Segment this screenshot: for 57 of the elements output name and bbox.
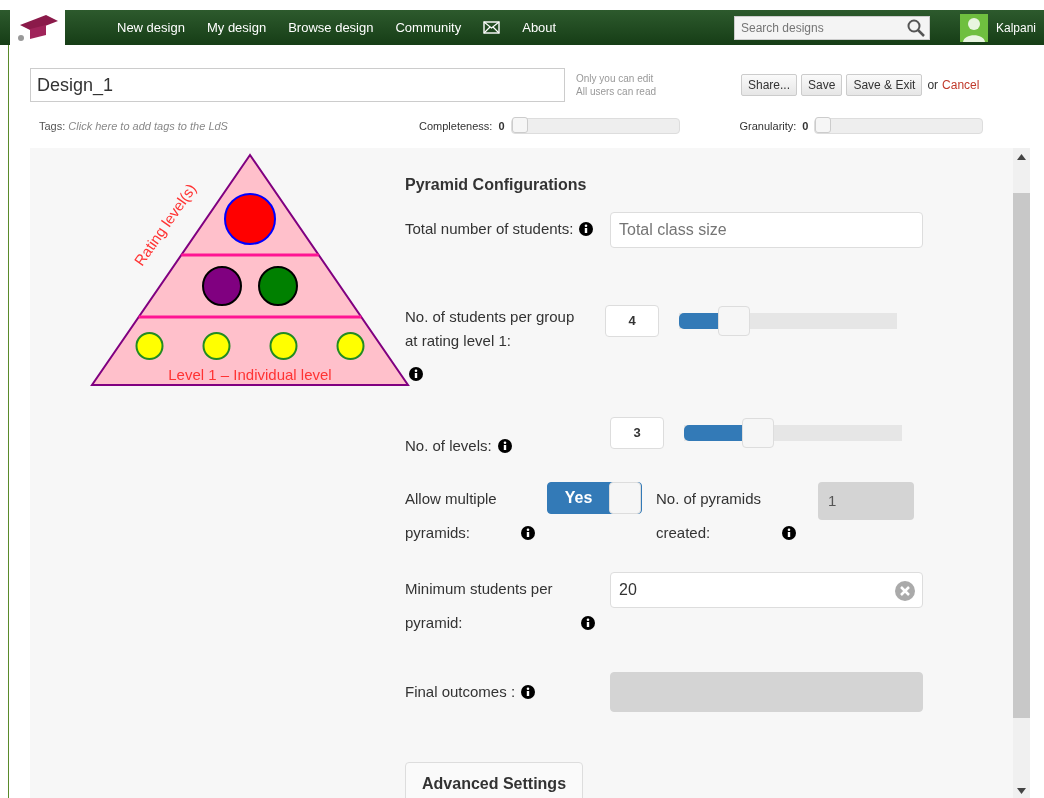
permission-note: All users can read bbox=[576, 85, 658, 98]
scroll-up-icon[interactable] bbox=[1017, 154, 1026, 160]
design-title-field[interactable]: Design_1 bbox=[30, 68, 565, 102]
meter-value: 0 bbox=[802, 120, 809, 132]
meter-handle[interactable] bbox=[511, 117, 528, 133]
nav-link[interactable]: New design bbox=[117, 20, 185, 35]
nav-link[interactable]: My design bbox=[206, 20, 267, 35]
field-label: Minimum students per pyramid: bbox=[405, 579, 554, 633]
nav-link[interactable]: Community bbox=[395, 20, 462, 35]
advanced-settings-button[interactable]: Advanced Settings bbox=[405, 762, 584, 798]
nav-link[interactable]: About bbox=[522, 20, 557, 35]
meter-track[interactable] bbox=[510, 118, 680, 134]
field-label: No. of levels: bbox=[405, 436, 492, 456]
header-button[interactable]: Save & Exit bbox=[846, 74, 923, 96]
pyramid-base-label: Level 1 – Individual level bbox=[168, 366, 332, 383]
min-students-field[interactable]: 20 bbox=[610, 572, 923, 608]
section-title: Pyramid Configurations bbox=[405, 176, 588, 194]
meter-handle[interactable] bbox=[815, 117, 832, 133]
info-icon[interactable] bbox=[521, 685, 536, 699]
field-label: No. of pyramids created: bbox=[656, 489, 763, 543]
info-icon[interactable] bbox=[521, 526, 535, 540]
search-icon[interactable] bbox=[906, 18, 925, 37]
or-text: or bbox=[927, 78, 939, 92]
info-icon[interactable] bbox=[497, 439, 512, 453]
nav-link[interactable]: Browse design bbox=[288, 20, 374, 35]
tags-field[interactable]: Tags: Click here to add tags to the LdS bbox=[39, 120, 419, 132]
graduation-cap-icon[interactable] bbox=[15, 12, 60, 43]
slider-handle[interactable] bbox=[742, 418, 775, 448]
number-field[interactable]: 3 bbox=[610, 417, 664, 449]
header-button[interactable]: Share... bbox=[741, 74, 798, 96]
search-field[interactable]: Search designs bbox=[733, 15, 930, 40]
envelope-icon[interactable] bbox=[483, 21, 501, 34]
permission-note: Only you can edit bbox=[576, 72, 655, 85]
meter-track[interactable] bbox=[814, 118, 984, 134]
user-avatar-icon[interactable] bbox=[959, 13, 988, 42]
total-students-field[interactable]: Total class size bbox=[610, 212, 923, 248]
scrollbar[interactable] bbox=[1013, 148, 1030, 798]
cancel-link[interactable]: Cancel bbox=[942, 78, 980, 92]
number-field[interactable]: 4 bbox=[605, 305, 659, 337]
meter-label: Granularity: bbox=[739, 120, 797, 132]
search-field[interactable]: Search designs bbox=[738, 19, 907, 36]
user-name[interactable]: Kalpani bbox=[995, 20, 1036, 35]
field-label: Total number of students: bbox=[405, 219, 574, 239]
meter-label: Completeness: bbox=[419, 120, 493, 132]
scroll-down-icon[interactable] bbox=[1017, 788, 1026, 794]
info-icon[interactable] bbox=[579, 222, 594, 236]
field-label: Allow multiple pyramids: bbox=[405, 489, 498, 543]
meter-value: 0 bbox=[498, 120, 505, 132]
pyramids-count-field: 1 bbox=[818, 482, 914, 520]
toggle-switch[interactable]: Yes bbox=[547, 482, 642, 514]
header-button[interactable]: Save bbox=[801, 74, 843, 96]
slider-handle[interactable] bbox=[717, 306, 750, 336]
info-icon[interactable] bbox=[782, 526, 796, 540]
field-label: No. of students per group at rating level 1: bbox=[405, 307, 576, 351]
info-icon[interactable] bbox=[581, 616, 595, 630]
info-icon[interactable] bbox=[409, 367, 423, 381]
field-label: Final outcomes : bbox=[405, 682, 516, 702]
